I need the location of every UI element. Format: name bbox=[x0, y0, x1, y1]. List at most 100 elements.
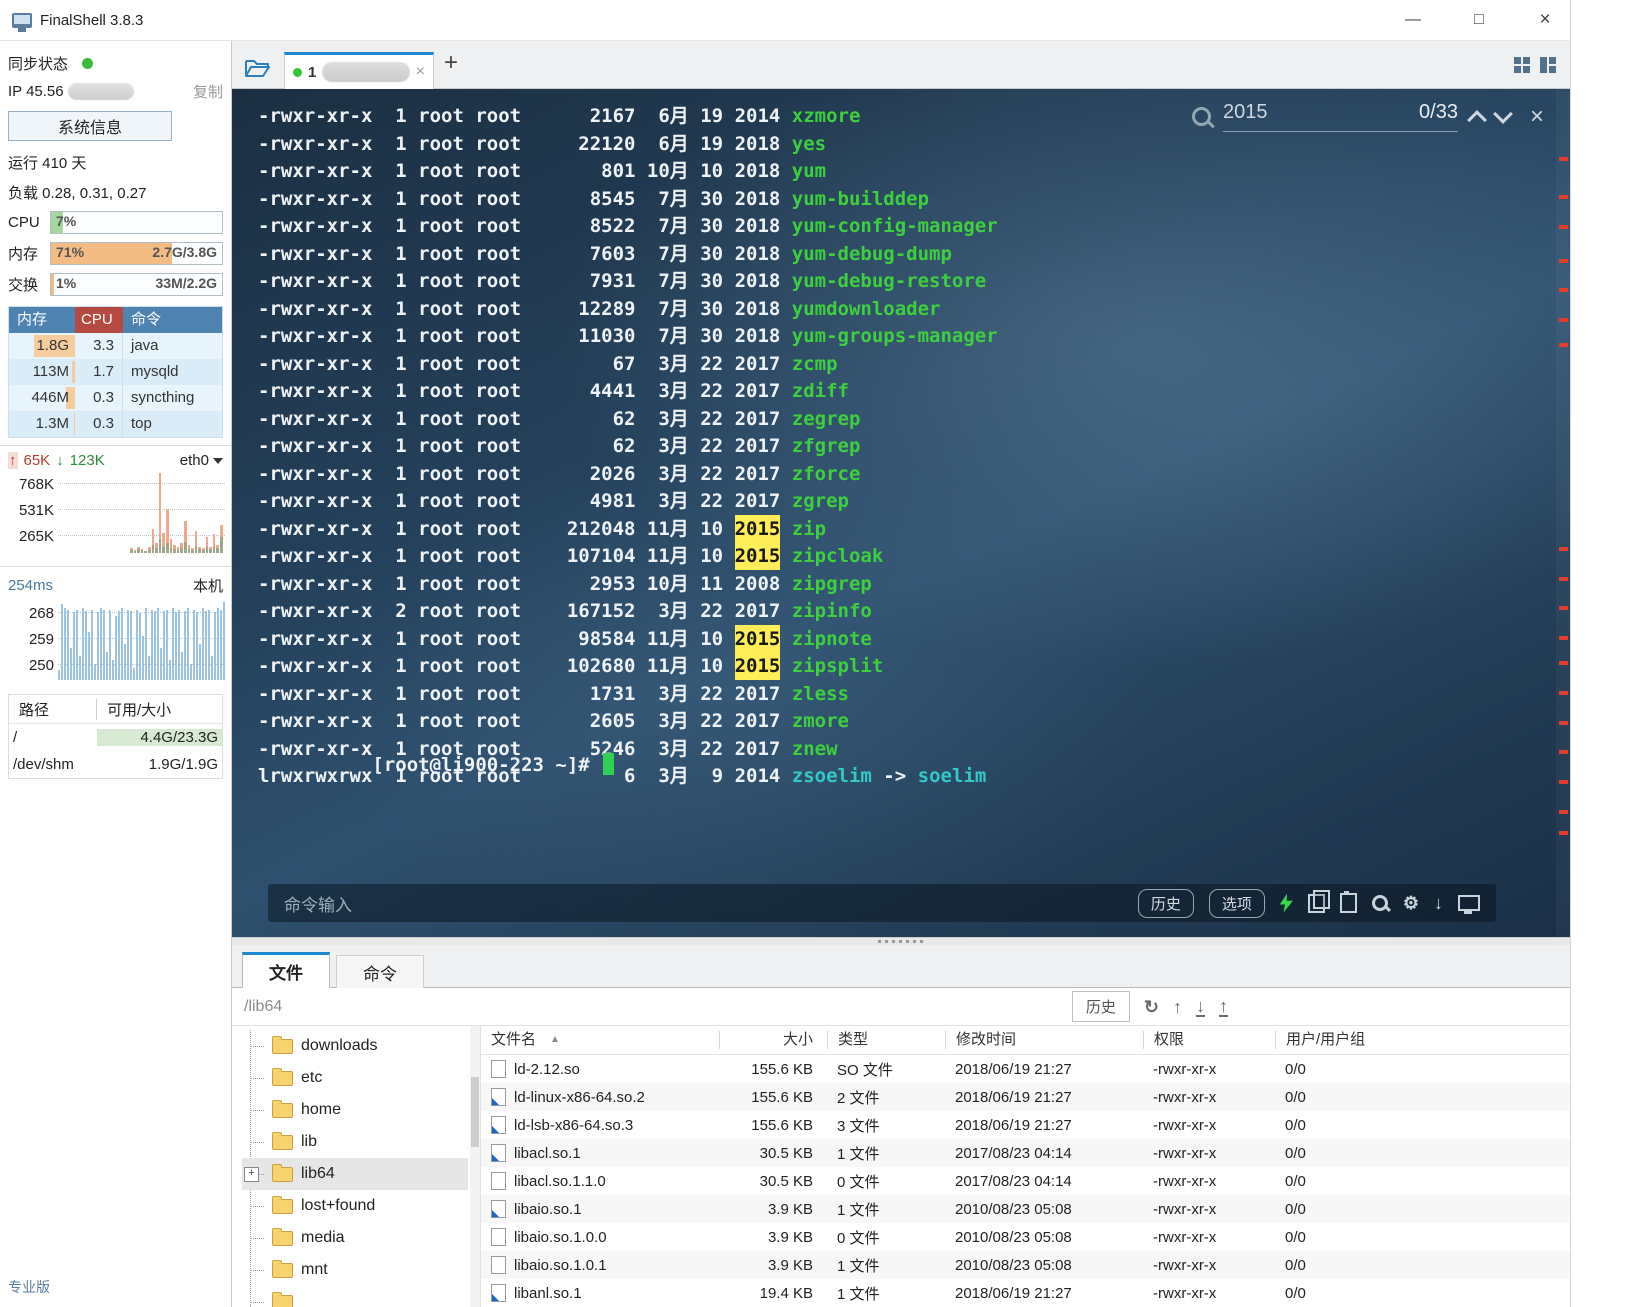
sort-asc-icon: ▲ bbox=[550, 1031, 560, 1049]
tab-commands[interactable]: 命令 bbox=[336, 955, 424, 988]
folder-icon bbox=[272, 1263, 293, 1278]
upload-rate: 65K bbox=[24, 452, 51, 469]
search-match-mark bbox=[1559, 606, 1568, 610]
open-connections-button[interactable] bbox=[232, 48, 284, 88]
table-row[interactable]: libaio.so.13.9 KB1 文件2010/08/23 05:08-rw… bbox=[481, 1195, 1570, 1223]
fullscreen-monitor-icon[interactable] bbox=[1458, 895, 1480, 911]
search-next-button[interactable] bbox=[1493, 104, 1513, 124]
close-button[interactable]: × bbox=[1534, 9, 1556, 31]
terminal-line: -rwxr-xr-x 1 root root 8522 7月 30 2018 y… bbox=[258, 213, 998, 241]
search-match-mark bbox=[1559, 225, 1568, 229]
file-history-button[interactable]: 历史 bbox=[1072, 991, 1130, 1022]
process-row[interactable]: 1.3M0.3top bbox=[9, 411, 222, 437]
tree-item-mnt[interactable]: mnt bbox=[242, 1254, 468, 1286]
bottom-tab-bar: 文件 命令 bbox=[232, 945, 1570, 988]
current-path[interactable]: /lib64 bbox=[244, 998, 282, 1016]
terminal-line: -rwxr-xr-x 1 root root 62 3月 22 2017 zeg… bbox=[258, 406, 998, 434]
chevron-down-icon bbox=[213, 458, 223, 464]
disk-row[interactable]: /dev/shm1.9G/1.9G bbox=[9, 751, 222, 778]
terminal-line: -rwxr-xr-x 1 root root 12289 7月 30 2018 … bbox=[258, 296, 998, 324]
search-match-mark bbox=[1559, 157, 1568, 161]
session-tab[interactable]: 1 × bbox=[284, 52, 434, 89]
find-icon[interactable] bbox=[1372, 895, 1388, 911]
sync-status-row: 同步状态 bbox=[0, 49, 231, 77]
folder-icon bbox=[272, 1295, 293, 1307]
options-button[interactable]: 选项 bbox=[1209, 889, 1265, 918]
table-row[interactable]: libaio.so.1.0.03.9 KB0 文件2010/08/23 05:0… bbox=[481, 1223, 1570, 1251]
split-layout-icon[interactable] bbox=[1540, 57, 1556, 73]
new-tab-button[interactable]: + bbox=[434, 49, 472, 81]
panel-splitter[interactable] bbox=[232, 937, 1570, 945]
download-arrow-icon[interactable]: ↓ bbox=[1434, 894, 1443, 912]
folder-open-icon bbox=[243, 56, 273, 80]
table-row[interactable]: libanl.so.119.4 KB1 文件2018/06/19 21:27-r… bbox=[481, 1279, 1570, 1307]
tab-close-icon[interactable]: × bbox=[416, 63, 425, 81]
sync-status-label: 同步状态 bbox=[8, 53, 68, 74]
table-row[interactable]: libacl.so.1.1.030.5 KB0 文件2017/08/23 04:… bbox=[481, 1167, 1570, 1195]
terminal-line: -rwxr-xr-x 1 root root 4981 3月 22 2017 z… bbox=[258, 488, 998, 516]
lightning-icon[interactable] bbox=[1280, 894, 1293, 913]
minimize-button[interactable]: — bbox=[1402, 11, 1424, 29]
terminal-line: -rwxr-xr-x 1 root root 1731 3月 22 2017 z… bbox=[258, 681, 998, 709]
copy-ip-button[interactable]: 复制 bbox=[193, 81, 223, 102]
search-match-mark bbox=[1559, 721, 1568, 725]
table-row[interactable]: libaio.so.1.0.13.9 KB1 文件2010/08/23 05:0… bbox=[481, 1251, 1570, 1279]
terminal-line: -rwxr-xr-x 1 root root 2026 3月 22 2017 z… bbox=[258, 461, 998, 489]
system-info-button[interactable]: 系统信息 bbox=[8, 111, 172, 141]
disk-row[interactable]: /4.4G/23.3G bbox=[9, 724, 222, 751]
ip-label: IP 45.56 bbox=[8, 83, 64, 100]
settings-gear-icon[interactable]: ⚙ bbox=[1403, 894, 1419, 912]
process-row[interactable]: 446M0.3syncthing bbox=[9, 385, 222, 411]
process-row[interactable]: 1.8G3.3java bbox=[9, 333, 222, 359]
symlink-file-icon bbox=[491, 1200, 506, 1218]
search-match-mark bbox=[1559, 691, 1568, 695]
tree-item-etc[interactable]: etc bbox=[242, 1062, 468, 1094]
download-arrow-icon: ↓ bbox=[56, 452, 64, 469]
search-match-mark bbox=[1559, 577, 1568, 581]
search-match-mark bbox=[1559, 831, 1568, 835]
tree-item-lib[interactable]: lib bbox=[242, 1126, 468, 1158]
command-input-bar[interactable]: 命令输入 历史 选项 ⚙ ↓ bbox=[268, 884, 1496, 922]
table-row[interactable]: ld-2.12.so155.6 KBSO 文件2018/06/19 21:27-… bbox=[481, 1055, 1570, 1083]
download-file-icon[interactable]: ↓ bbox=[1196, 997, 1205, 1017]
symlink-file-icon bbox=[491, 1088, 506, 1106]
terminal-line: -rwxr-xr-x 1 root root 212048 11月 10 201… bbox=[258, 516, 998, 544]
copy-icon[interactable] bbox=[1308, 894, 1325, 913]
command-input-placeholder: 命令输入 bbox=[284, 891, 352, 916]
tree-item-lib64[interactable]: +lib64 bbox=[242, 1158, 468, 1190]
tree-item-downloads[interactable]: downloads bbox=[242, 1030, 468, 1062]
ip-row: IP 45.56 复制 bbox=[0, 77, 231, 105]
process-row[interactable]: 113M1.7mysqld bbox=[9, 359, 222, 385]
search-overlay: 2015 0/33 × bbox=[1192, 101, 1544, 132]
tree-item-home[interactable]: home bbox=[242, 1094, 468, 1126]
table-row[interactable]: libacl.so.130.5 KB1 文件2017/08/23 04:14-r… bbox=[481, 1139, 1570, 1167]
terminal-line: -rwxr-xr-x 1 root root 2953 10月 11 2008 … bbox=[258, 571, 998, 599]
tree-item-lost+found[interactable]: lost+found bbox=[242, 1190, 468, 1222]
tab-files[interactable]: 文件 bbox=[242, 952, 330, 988]
search-match-mark bbox=[1559, 343, 1568, 347]
search-input[interactable]: 2015 0/33 bbox=[1223, 101, 1458, 132]
interface-selector[interactable]: eth0 bbox=[180, 452, 223, 469]
search-prev-button[interactable] bbox=[1467, 110, 1487, 130]
parent-dir-icon[interactable]: ↑ bbox=[1173, 998, 1182, 1016]
refresh-icon[interactable]: ↻ bbox=[1144, 998, 1159, 1016]
table-row[interactable]: ld-linux-x86-64.so.2155.6 KB2 文件2018/06/… bbox=[481, 1083, 1570, 1111]
upload-file-icon[interactable]: ↑ bbox=[1219, 997, 1228, 1017]
history-button[interactable]: 历史 bbox=[1138, 889, 1194, 918]
terminal[interactable]: -rwxr-xr-x 1 root root 2167 6月 19 2014 x… bbox=[232, 89, 1570, 937]
splitter-handle-icon bbox=[878, 940, 924, 943]
terminal-scrollbar[interactable] bbox=[1556, 89, 1570, 937]
search-match-mark bbox=[1559, 318, 1568, 322]
edition-label: 专业版 bbox=[0, 1277, 231, 1307]
search-close-button[interactable]: × bbox=[1530, 103, 1544, 131]
tree-item-partial[interactable] bbox=[242, 1286, 468, 1307]
grid-layout-icon[interactable] bbox=[1514, 57, 1530, 73]
search-match-counter: 0/33 bbox=[1419, 101, 1458, 124]
paste-icon[interactable] bbox=[1340, 893, 1357, 913]
table-row[interactable]: ld-lsb-x86-64.so.3155.6 KB3 文件2018/06/19… bbox=[481, 1111, 1570, 1139]
tree-scrollbar[interactable] bbox=[470, 1026, 480, 1307]
tree-item-media[interactable]: media bbox=[242, 1222, 468, 1254]
uptime-label: 运行 410 天 bbox=[0, 147, 231, 177]
maximize-button[interactable]: □ bbox=[1468, 11, 1490, 29]
expander-icon[interactable]: + bbox=[244, 1167, 259, 1182]
